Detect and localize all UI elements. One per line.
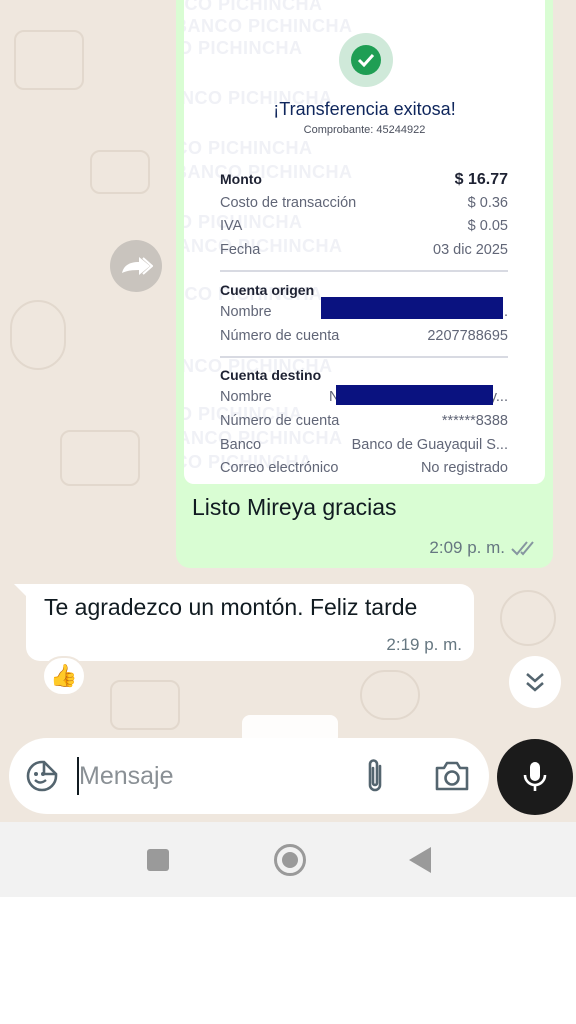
incoming-message-bubble[interactable]: Te agradezco un montón. Feliz tarde 2:19… — [26, 584, 474, 661]
sticker-icon[interactable] — [25, 759, 59, 793]
origin-account-label: Número de cuenta — [220, 328, 340, 344]
incoming-message-text: Te agradezco un montón. Feliz tarde — [44, 594, 418, 620]
receipt-title: ¡Transferencia exitosa! — [273, 99, 456, 119]
destination-account-row: Número de cuenta ******8388 — [220, 413, 508, 435]
double-chevron-down-icon — [526, 673, 544, 692]
divider — [220, 270, 508, 272]
fee-row: Costo de transacción $ 0.36 — [220, 195, 508, 217]
tax-label: IVA — [220, 218, 243, 234]
success-badge — [339, 33, 393, 87]
origin-account-value: 2207788695 — [427, 328, 508, 344]
destination-account-value: ******8388 — [441, 413, 508, 429]
origin-name-label: Nombre — [220, 304, 272, 320]
bank-row: Banco Banco de Guayaquil S... — [220, 437, 508, 459]
whatsapp-chat-screen: BANCO PICHINCHA BANCO PICHINCHA BANCO PI… — [0, 0, 576, 1024]
outgoing-message-text: Listo Mireya gracias — [192, 494, 397, 520]
voice-message-button[interactable] — [497, 739, 573, 815]
amount-label: Monto — [220, 171, 262, 187]
redaction-bar — [321, 297, 503, 319]
home-button[interactable] — [274, 844, 306, 876]
home-icon — [282, 852, 298, 868]
divider — [220, 356, 508, 358]
tax-value: $ 0.05 — [467, 218, 508, 234]
android-navigation-bar — [0, 822, 576, 897]
origin-account-row: Número de cuenta 2207788695 — [220, 328, 508, 350]
scroll-to-bottom-button[interactable] — [509, 656, 561, 708]
camera-icon[interactable] — [433, 758, 471, 794]
wallpaper-doodle — [500, 590, 556, 646]
thumbs-up-reaction[interactable]: 👍 — [42, 656, 86, 696]
date-label: Fecha — [220, 242, 261, 258]
wallpaper-doodle — [60, 430, 140, 486]
destination-account-heading: Cuenta destino — [220, 367, 322, 383]
email-row: Correo electrónico No registrado — [220, 460, 508, 482]
origin-account-heading: Cuenta origen — [220, 282, 315, 298]
message-composer — [9, 738, 489, 814]
watermark-row: BANCO PICHINCHA — [184, 138, 313, 158]
chat-area[interactable]: BANCO PICHINCHA BANCO PICHINCHA BANCO PI… — [0, 0, 576, 822]
wallpaper-doodle — [110, 680, 180, 730]
recent-apps-button[interactable] — [147, 849, 169, 871]
destination-name-label: Nombre — [220, 389, 272, 405]
date-value: 03 dic 2025 — [433, 242, 508, 258]
forward-button[interactable] — [110, 240, 162, 292]
wallpaper-doodle — [90, 150, 150, 194]
tax-row: IVA $ 0.05 — [220, 218, 508, 240]
fee-label: Costo de transacción — [220, 195, 357, 211]
outgoing-message-meta: 2:09 p. m. — [429, 538, 539, 558]
double-check-icon — [511, 541, 534, 556]
bank-value: Banco de Guayaquil S... — [351, 437, 508, 453]
bank-label: Banco — [220, 437, 262, 453]
message-input[interactable] — [79, 752, 349, 800]
transfer-receipt-image[interactable]: BANCO PICHINCHA BANCO PICHINCHA BANCO PI… — [184, 0, 545, 484]
incoming-message-time: 2:19 p. m. — [386, 635, 462, 654]
email-label: Correo electrónico — [220, 460, 339, 476]
receipt-voucher-number: Comprobante: 45244922 — [303, 124, 426, 136]
email-value: No registrado — [420, 460, 508, 476]
back-button[interactable] — [409, 847, 431, 873]
amount-row: Monto $ 16.77 — [220, 171, 508, 193]
date-row: Fecha 03 dic 2025 — [220, 242, 508, 264]
check-icon — [351, 45, 381, 75]
wallpaper-doodle — [10, 300, 66, 370]
paperclip-icon[interactable] — [360, 756, 390, 796]
outgoing-message-bubble[interactable]: BANCO PICHINCHA BANCO PICHINCHA BANCO PI… — [176, 0, 553, 568]
forward-icon — [122, 257, 153, 275]
amount-value: $ 16.77 — [454, 171, 508, 188]
outgoing-message-time: 2:09 p. m. — [429, 538, 505, 557]
fee-value: $ 0.36 — [467, 195, 508, 211]
watermark-row: BANCO PICHINCHA — [184, 0, 323, 14]
wallpaper-doodle — [14, 30, 84, 90]
destination-account-label: Número de cuenta — [220, 413, 340, 429]
microphone-icon — [523, 762, 547, 791]
redaction-bar — [336, 385, 493, 405]
wallpaper-doodle — [360, 670, 420, 720]
